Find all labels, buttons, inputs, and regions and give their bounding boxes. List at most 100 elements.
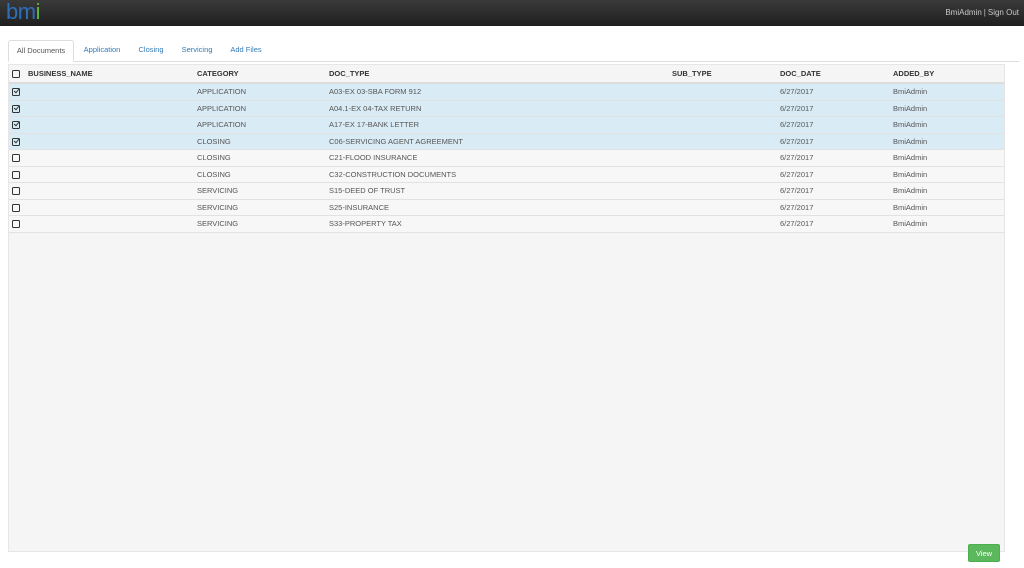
tab-closing[interactable]: Closing [132, 40, 170, 60]
username-link[interactable]: BmiAdmin [945, 8, 981, 17]
row-checkbox[interactable] [12, 121, 20, 130]
bmi-logo[interactable]: bmi [6, 0, 41, 24]
row-select-cell [9, 166, 28, 183]
row-select-cell [9, 100, 28, 117]
documents-panel: BUSINESS_NAME CATEGORY DOC_TYPE SUB_TYPE… [8, 64, 1005, 552]
business-name-cell [28, 199, 197, 216]
table-row[interactable]: CLOSING C21-FLOOD INSURANCE 6/27/2017 BmiAd… [9, 149, 1004, 167]
row-select-cell [9, 83, 28, 101]
top-navbar: bmi BmiAdmin | Sign Out [0, 0, 1024, 26]
doc-type-cell: C06-SERVICING AGENT AGREEMENT [329, 133, 672, 150]
doc-type-cell: C32-CONSTRUCTION DOCUMENTS [329, 166, 672, 183]
row-select-cell [9, 182, 28, 200]
category-cell: SERVICING [197, 182, 329, 200]
row-checkbox[interactable] [12, 88, 20, 97]
category-cell: CLOSING [197, 166, 329, 183]
sub-type-cell [672, 199, 780, 216]
sub-type-cell [672, 149, 780, 167]
category-cell: APPLICATION [197, 83, 329, 101]
row-select-cell [9, 149, 28, 167]
added-by-cell: BmiAdmin [893, 215, 1004, 233]
documents-table: BUSINESS_NAME CATEGORY DOC_TYPE SUB_TYPE… [9, 65, 1004, 233]
row-checkbox[interactable] [12, 170, 20, 179]
business-name-cell [28, 83, 197, 101]
row-checkbox[interactable] [12, 203, 20, 212]
category-cell: APPLICATION [197, 116, 329, 134]
table-row[interactable]: APPLICATION A17-EX 17-BANK LETTER 6/27/201… [9, 116, 1004, 134]
sub-type-cell [672, 182, 780, 200]
row-checkbox[interactable] [12, 137, 20, 146]
logo-text: bm [6, 0, 36, 24]
doc-date-cell: 6/27/2017 [780, 116, 893, 134]
added-by-cell: BmiAdmin [893, 83, 1004, 101]
user-box: BmiAdmin | Sign Out [945, 8, 1019, 17]
row-checkbox[interactable] [12, 104, 20, 113]
doc-type-cell: S15-DEED OF TRUST [329, 182, 672, 200]
business-name-cell [28, 182, 197, 200]
doc-type-cell: S33-PROPERTY TAX [329, 215, 672, 233]
doc-date-cell: 6/27/2017 [780, 215, 893, 233]
business-name-cell [28, 133, 197, 150]
business-name-cell [28, 116, 197, 134]
table-row[interactable]: SERVICING S15-DEED OF TRUST 6/27/2017 BmiAd… [9, 182, 1004, 200]
category-cell: APPLICATION [197, 100, 329, 117]
business-name-cell [28, 149, 197, 167]
category-cell: CLOSING [197, 149, 329, 167]
doc-date-cell: 6/27/2017 [780, 83, 893, 101]
category-cell: SERVICING [197, 215, 329, 233]
column-header-doc-type[interactable]: DOC_TYPE [329, 65, 672, 84]
tab-add-files[interactable]: Add Files [224, 40, 268, 60]
doc-date-cell: 6/27/2017 [780, 199, 893, 216]
business-name-cell [28, 100, 197, 117]
table-row[interactable]: CLOSING C06-SERVICING AGENT AGREEMENT 6/27… [9, 133, 1004, 150]
category-cell: CLOSING [197, 133, 329, 150]
tab-servicing[interactable]: Servicing [176, 40, 218, 60]
doc-date-cell: 6/27/2017 [780, 166, 893, 183]
table-row[interactable]: APPLICATION A04.1-EX 04-TAX RETURN 6/27/20… [9, 100, 1004, 117]
doc-type-cell: A04.1-EX 04-TAX RETURN [329, 100, 672, 117]
tab-all-documents[interactable]: All Documents [8, 40, 74, 62]
row-checkbox[interactable] [12, 187, 20, 196]
table-row[interactable]: APPLICATION A03-EX 03-SBA FORM 912 6/27/20… [9, 83, 1004, 101]
table-body: APPLICATION A03-EX 03-SBA FORM 912 6/27/20… [9, 83, 1004, 233]
column-header-added-by[interactable]: ADDED_BY [893, 65, 1004, 84]
row-select-cell [9, 116, 28, 134]
row-select-cell [9, 133, 28, 150]
table-row[interactable]: SERVICING S33-PROPERTY TAX 6/27/2017 BmiAdm… [9, 215, 1004, 233]
row-checkbox[interactable] [12, 154, 20, 163]
column-header-doc-date[interactable]: DOC_DATE [780, 65, 893, 84]
document-tabs: All Documents Application Closing Servic… [8, 40, 1019, 62]
added-by-cell: BmiAdmin [893, 166, 1004, 183]
sub-type-cell [672, 116, 780, 134]
row-select-cell [9, 199, 28, 216]
view-button[interactable]: View [968, 544, 1000, 562]
user-separator: | [983, 8, 986, 17]
business-name-cell [28, 215, 197, 233]
doc-type-cell: A03-EX 03-SBA FORM 912 [329, 83, 672, 101]
tab-application[interactable]: Application [78, 40, 126, 60]
select-all-cell [9, 65, 28, 84]
row-checkbox[interactable] [12, 220, 20, 229]
table-row[interactable]: CLOSING C32-CONSTRUCTION DOCUMENTS 6/27/20… [9, 166, 1004, 183]
sign-out-link[interactable]: Sign Out [988, 8, 1019, 17]
table-header-row: BUSINESS_NAME CATEGORY DOC_TYPE SUB_TYPE… [9, 65, 1004, 84]
row-select-cell [9, 215, 28, 233]
sub-type-cell [672, 133, 780, 150]
sub-type-cell [672, 83, 780, 101]
sub-type-cell [672, 100, 780, 117]
added-by-cell: BmiAdmin [893, 133, 1004, 150]
category-cell: SERVICING [197, 199, 329, 216]
doc-date-cell: 6/27/2017 [780, 149, 893, 167]
doc-type-cell: C21-FLOOD INSURANCE [329, 149, 672, 167]
business-name-cell [28, 166, 197, 183]
sub-type-cell [672, 166, 780, 183]
added-by-cell: BmiAdmin [893, 116, 1004, 134]
column-header-sub-type[interactable]: SUB_TYPE [672, 65, 780, 84]
table-row[interactable]: SERVICING S25-INSURANCE 6/27/2017 BmiAdmin [9, 199, 1004, 216]
doc-type-cell: A17-EX 17-BANK LETTER [329, 116, 672, 134]
doc-date-cell: 6/27/2017 [780, 182, 893, 200]
added-by-cell: BmiAdmin [893, 100, 1004, 117]
column-header-category[interactable]: CATEGORY [197, 65, 329, 84]
select-all-checkbox[interactable] [12, 70, 20, 78]
column-header-business-name[interactable]: BUSINESS_NAME [28, 65, 197, 84]
